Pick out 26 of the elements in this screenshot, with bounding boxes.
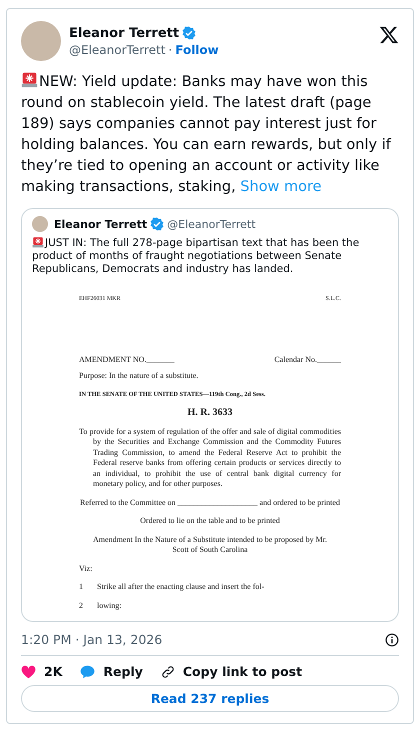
viz-label: Viz: bbox=[79, 564, 94, 574]
line-number: 1 bbox=[79, 582, 83, 592]
read-replies-button[interactable]: Read 237 replies bbox=[21, 685, 399, 712]
like-button[interactable]: 2K bbox=[21, 664, 62, 679]
line-number: 2 bbox=[79, 600, 83, 611]
bill-line: Strike all after the enacting clause and insert the fol- bbox=[97, 582, 264, 592]
separator: · bbox=[168, 42, 172, 56]
purpose-text: Purpose: In the nature of a substitute. bbox=[79, 371, 200, 382]
calendar-number: Calendar No.______ bbox=[274, 354, 341, 365]
author-handle[interactable]: @EleanorTerrett bbox=[69, 42, 166, 56]
referral-text: Referred to the Committee on ____________________ and ordered to be printed bbox=[79, 498, 341, 508]
author-name[interactable]: Eleanor Terrett bbox=[69, 26, 180, 40]
author-name: Eleanor Terrett bbox=[54, 218, 148, 230]
amendment-number: AMENDMENT NO._______ bbox=[79, 354, 174, 365]
bill-line: lowing: bbox=[97, 600, 122, 611]
author-handle: @EleanorTerrett bbox=[167, 218, 256, 230]
order-text: Ordered to lie on the table and to be printed bbox=[139, 516, 281, 526]
copy-link-button[interactable]: Copy link to post bbox=[160, 664, 302, 679]
bill-number: H. R. 3633 bbox=[186, 408, 234, 418]
quoted-text: JUST IN: The full 278-page bipartisan text that has been the product of months of fraught negotiations between Senate Republicans, Democrats and industry has landed. bbox=[32, 236, 360, 276]
timestamp[interactable]: 1:20 PM · Jan 13, 2026 bbox=[21, 632, 162, 647]
bill-title: To provide for a system of regulation of the offer and sale of digital commodities by the Securities and Exchange Commission and the Commodity Futures Trading Commission, to amend the Federal Reserve Act to prohibit the Federal reserve banks from offering certain products or services directly to an individual, to prohibit the use of central bank digital currency for monetary policy, and for other purposes. bbox=[79, 426, 341, 490]
amendment-title: Amendment In the Nature of a Substitute intended to be proposed by Mr. Scott of South Carolina bbox=[92, 534, 328, 556]
reply-button[interactable]: Reply bbox=[80, 664, 143, 679]
follow-link[interactable]: Follow bbox=[175, 42, 219, 56]
post-text: NEW: Yield update: Banks may have won this round on stablecoin yield. The latest draft (page 189) says companies cannot pay interest just for holding balances. You can earn rewards, but only if they’re tied to opening an account or activity like making transactions, staking, Show more bbox=[21, 71, 399, 198]
